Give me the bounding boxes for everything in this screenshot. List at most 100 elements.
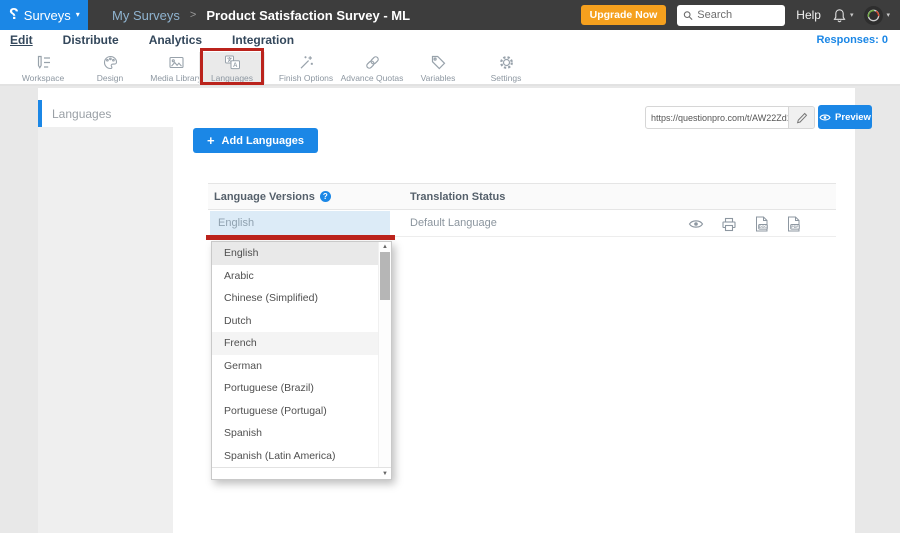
- top-bar-actions: Upgrade Now Help ▾: [581, 5, 900, 26]
- toolbar-label: Languages: [211, 73, 253, 83]
- edit-url-button[interactable]: [788, 107, 814, 128]
- toolbar-item-settings[interactable]: Settings: [473, 52, 539, 85]
- toolbar-label: Advance Quotas: [341, 73, 404, 83]
- questionpro-logo-icon: ?: [9, 7, 19, 23]
- column-label: Language Versions: [214, 191, 315, 203]
- tab-edit[interactable]: Edit: [10, 33, 33, 47]
- toolbar-label: Variables: [421, 73, 456, 83]
- export-pdf-button[interactable]: PDF: [786, 216, 801, 232]
- svg-text:PDF: PDF: [791, 225, 799, 229]
- dropdown-option-english[interactable]: English: [212, 242, 391, 265]
- toolbar-item-design[interactable]: Design: [77, 52, 143, 85]
- toolbar-item-advance-quotas[interactable]: Advance Quotas: [339, 52, 405, 85]
- notifications-menu[interactable]: ▾: [832, 8, 854, 23]
- view-language-button[interactable]: [688, 218, 704, 230]
- app-window: ? Surveys ▾ My Surveys > Product Satisfa…: [0, 0, 900, 533]
- help-link[interactable]: Help: [796, 8, 821, 22]
- variables-icon: [430, 54, 447, 71]
- table-row: Default Language: [208, 210, 836, 237]
- breadcrumb: My Surveys > Product Satisfaction Survey…: [88, 8, 410, 23]
- product-name: Surveys: [24, 8, 71, 23]
- toolbar-label: Workspace: [22, 73, 64, 83]
- responses-count[interactable]: Responses: 0: [816, 34, 900, 46]
- column-language-versions: Language Versions ?: [214, 191, 331, 203]
- top-bar: ? Surveys ▾ My Surveys > Product Satisfa…: [0, 0, 900, 30]
- scroll-up-icon[interactable]: ▲: [379, 243, 391, 251]
- tab-integration[interactable]: Integration: [232, 33, 294, 47]
- pdf-file-icon: PDF: [786, 216, 801, 232]
- sidebar-item-languages[interactable]: Languages: [38, 100, 173, 127]
- language-dropdown: English Arabic Chinese (Simplified) Dutc…: [211, 241, 392, 480]
- product-switcher[interactable]: ? Surveys ▾: [0, 0, 88, 30]
- breadcrumb-separator: >: [190, 9, 196, 21]
- edit-toolbar: Workspace Design Media Library: [0, 50, 900, 86]
- workspace-icon: [35, 54, 52, 71]
- dropdown-option-dutch[interactable]: Dutch: [212, 310, 391, 333]
- chevron-down-icon: ▾: [76, 11, 80, 19]
- toolbar-item-workspace[interactable]: Workspace: [10, 52, 76, 85]
- dropdown-option-portuguese-portugal[interactable]: Portuguese (Portugal): [212, 400, 391, 423]
- chevron-down-icon: ▾: [850, 12, 854, 19]
- svg-text:DOC: DOC: [759, 225, 767, 229]
- breadcrumb-my-surveys[interactable]: My Surveys: [112, 8, 180, 23]
- gauge-avatar-icon: [866, 8, 881, 23]
- toolbar-label: Media Library: [150, 73, 202, 83]
- avatar: [864, 6, 883, 25]
- toolbar-item-languages[interactable]: A Languages: [199, 52, 265, 85]
- svg-text:A: A: [232, 62, 237, 69]
- account-menu[interactable]: ▾: [864, 6, 890, 25]
- toolbar-label: Design: [97, 73, 123, 83]
- dropdown-option-arabic[interactable]: Arabic: [212, 265, 391, 288]
- dropdown-option-french[interactable]: French: [212, 332, 391, 355]
- languages-table: Language Versions ? Translation Status D…: [208, 183, 836, 237]
- plus-icon: +: [207, 134, 215, 147]
- survey-nav: Edit Distribute Analytics Integration Re…: [0, 30, 900, 50]
- toolbar-item-finish-options[interactable]: Finish Options: [273, 52, 339, 85]
- survey-url: https://questionpro.com/t/AW22Zd1S1: [646, 113, 788, 123]
- advance-quotas-icon: [364, 54, 381, 71]
- scroll-down-icon[interactable]: ▼: [382, 469, 388, 479]
- survey-title: Product Satisfaction Survey - ML: [206, 8, 410, 23]
- add-languages-label: Add Languages: [222, 135, 305, 147]
- add-languages-button[interactable]: + Add Languages: [193, 128, 318, 153]
- chevron-down-icon: ▾: [886, 12, 890, 19]
- search-box[interactable]: [677, 5, 785, 26]
- scrollbar-thumb[interactable]: [380, 252, 390, 300]
- dropdown-option-chinese-simplified[interactable]: Chinese (Simplified): [212, 287, 391, 310]
- toolbar-label: Settings: [491, 73, 522, 83]
- media-library-icon: [168, 54, 185, 71]
- sidebar-item-label: Languages: [52, 107, 111, 121]
- search-icon: [683, 10, 693, 21]
- column-translation-status: Translation Status: [410, 191, 505, 203]
- languages-icon: A: [224, 54, 241, 71]
- pencil-icon: [796, 112, 808, 124]
- settings-icon: [498, 54, 515, 71]
- design-icon: [102, 54, 119, 71]
- table-header: Language Versions ? Translation Status: [208, 183, 836, 210]
- content-area: Languages + Add Languages Language Versi…: [0, 88, 900, 533]
- upgrade-now-button[interactable]: Upgrade Now: [581, 5, 667, 25]
- print-language-button[interactable]: [721, 217, 737, 232]
- tab-distribute[interactable]: Distribute: [63, 33, 119, 47]
- dropdown-option-portuguese-brazil[interactable]: Portuguese (Brazil): [212, 377, 391, 400]
- dropdown-option-spanish[interactable]: Spanish: [212, 422, 391, 445]
- doc-file-icon: DOC: [754, 216, 769, 232]
- export-doc-button[interactable]: DOC: [754, 216, 769, 232]
- dropdown-option-german[interactable]: German: [212, 355, 391, 378]
- dropdown-scrollbar[interactable]: ▲: [378, 242, 391, 467]
- row-actions: DOC PDF: [688, 216, 801, 232]
- preview-button[interactable]: Preview: [818, 105, 872, 129]
- help-circle-icon[interactable]: ?: [320, 191, 331, 202]
- dropdown-option-spanish-latin-america[interactable]: Spanish (Latin America): [212, 445, 391, 468]
- printer-icon: [721, 217, 737, 232]
- finish-options-icon: [298, 54, 315, 71]
- bell-icon: [832, 8, 847, 23]
- toolbar-item-variables[interactable]: Variables: [405, 52, 471, 85]
- translation-status-value: Default Language: [410, 210, 497, 237]
- dropdown-scroll-footer: ▼: [212, 467, 391, 479]
- tab-analytics[interactable]: Analytics: [149, 33, 202, 47]
- language-name-input[interactable]: [210, 211, 390, 235]
- survey-url-field[interactable]: https://questionpro.com/t/AW22Zd1S1: [645, 106, 815, 129]
- eye-icon: [819, 113, 831, 122]
- search-input[interactable]: [697, 9, 779, 21]
